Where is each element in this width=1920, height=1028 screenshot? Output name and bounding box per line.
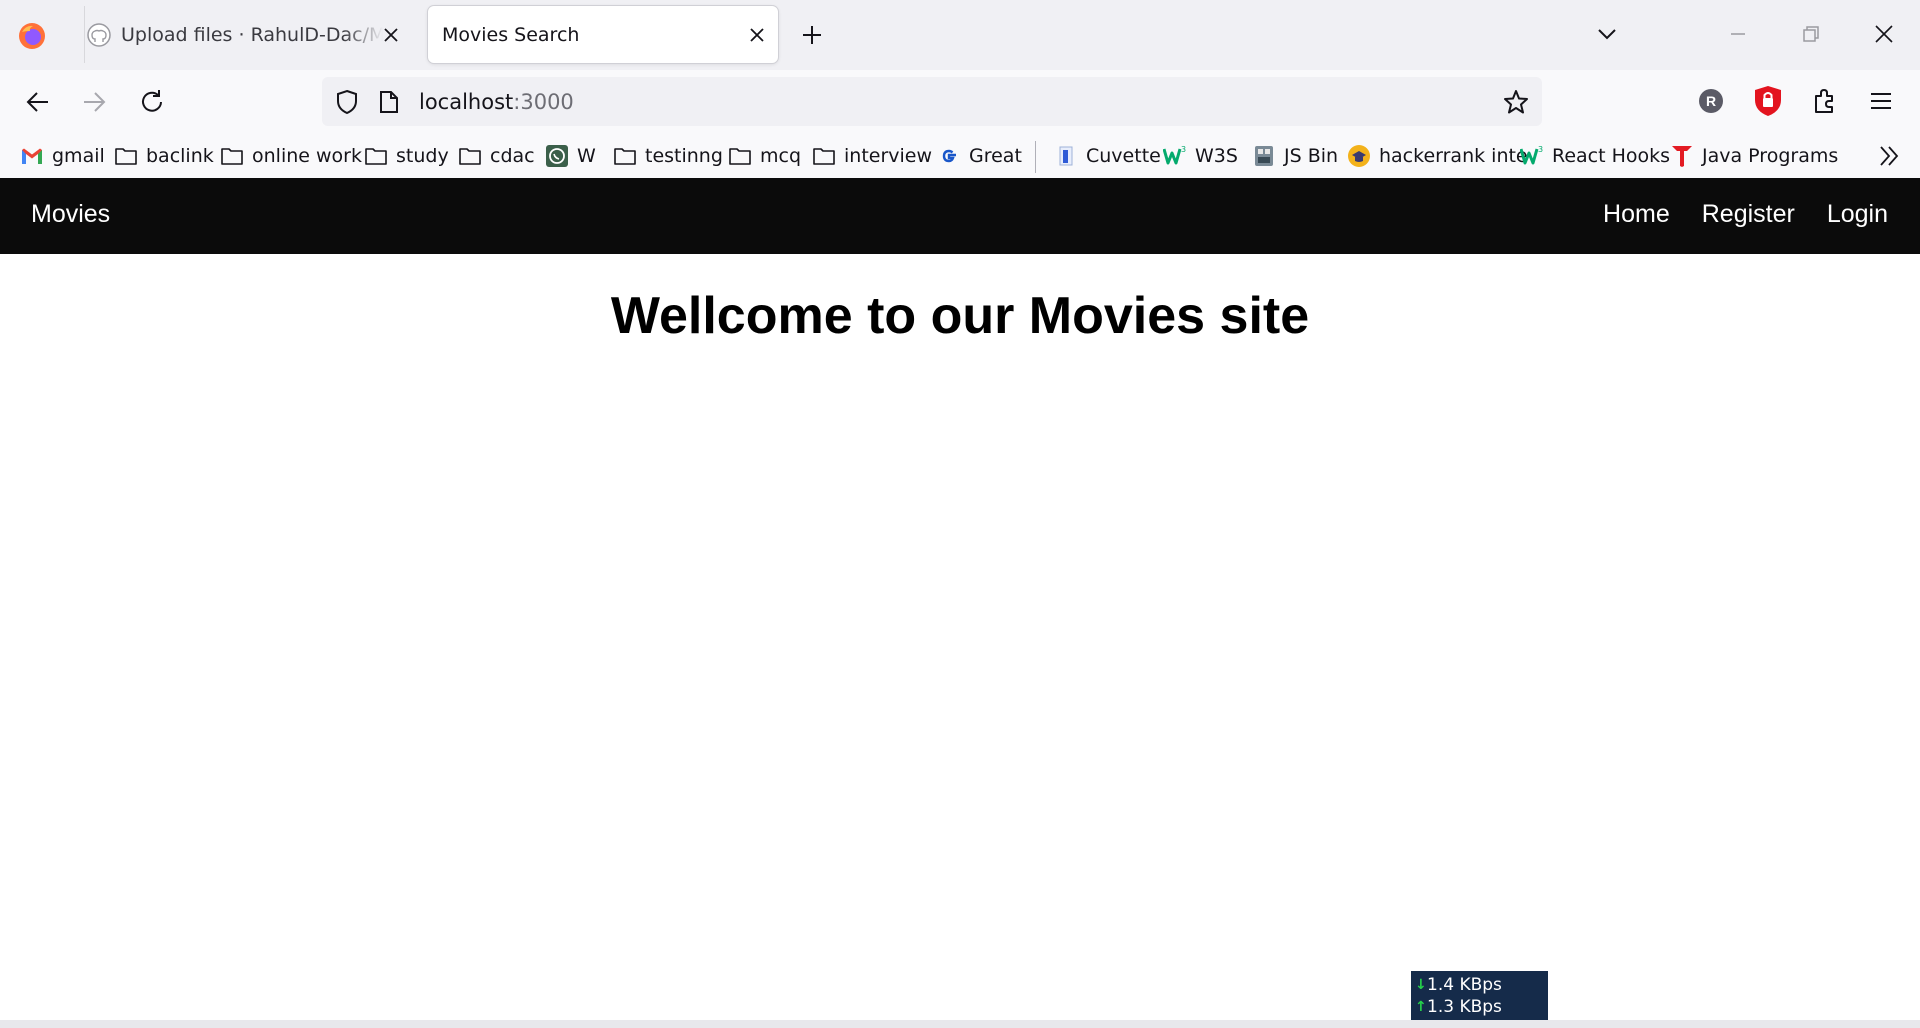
bookmark-label: JS Bin: [1284, 145, 1339, 167]
bookmark-hackerrank[interactable]: hackerrank inte: [1347, 142, 1528, 170]
bookmark-label: W3S: [1195, 145, 1238, 167]
url-port: :3000: [513, 90, 574, 114]
nav-links: Home Register Login: [1603, 200, 1888, 229]
restore-icon[interactable]: [1801, 24, 1821, 44]
svg-text:3: 3: [1538, 145, 1543, 154]
java-t-icon: [1672, 146, 1692, 167]
ublock-shield-icon[interactable]: [1753, 85, 1783, 117]
bookmark-label: Java Programs: [1702, 145, 1839, 167]
reload-icon[interactable]: [138, 88, 166, 116]
whatsapp-icon: [546, 145, 568, 167]
bookmark-testinng[interactable]: testinng: [613, 142, 723, 170]
bookmark-label: online work: [252, 145, 362, 167]
bookmark-online-work[interactable]: online work: [220, 142, 362, 170]
folder-icon: [813, 148, 835, 165]
url-text[interactable]: localhost:3000: [419, 90, 574, 114]
bookmark-label: Great: [969, 145, 1022, 167]
jsbin-icon: [1255, 146, 1273, 166]
chevron-down-icon[interactable]: [1596, 24, 1618, 44]
upload-arrow-icon: ↑: [1415, 999, 1427, 1015]
bookmark-java-programs[interactable]: Java Programs: [1670, 142, 1838, 170]
url-bar[interactable]: localhost:3000: [322, 77, 1542, 126]
new-tab-plus-icon[interactable]: [800, 23, 824, 47]
download-speed: 1.4 KBps: [1427, 975, 1502, 995]
close-icon[interactable]: [382, 26, 400, 44]
navigation-toolbar: localhost:3000: [0, 70, 1920, 133]
bookmark-label: W: [577, 145, 596, 167]
bookmark-label: cdac: [490, 145, 535, 167]
bookmark-label: mcq: [760, 145, 802, 167]
hamburger-menu-icon[interactable]: [1868, 89, 1894, 113]
download-arrow-icon: ↓: [1415, 977, 1427, 993]
folder-icon: [365, 148, 387, 165]
nav-home-link[interactable]: Home: [1603, 200, 1670, 229]
bookmark-whatsapp[interactable]: W: [545, 142, 596, 170]
bookmark-mcq[interactable]: mcq: [728, 142, 801, 170]
window-bottom-edge: [0, 1020, 1920, 1028]
gmail-icon: [22, 148, 42, 164]
bookmark-separator: [1035, 141, 1036, 173]
bookmarks-toolbar: gmail baclink online work study cdac W t…: [0, 133, 1920, 179]
upload-speed: 1.3 KBps: [1427, 997, 1502, 1017]
chevron-double-right-icon[interactable]: [1876, 143, 1902, 169]
bookmark-star-icon[interactable]: [1502, 88, 1530, 116]
nav-register-link[interactable]: Register: [1702, 200, 1795, 229]
firefox-logo-icon[interactable]: [18, 22, 46, 50]
folder-icon: [115, 148, 137, 165]
minimize-icon[interactable]: [1728, 24, 1748, 44]
bookmark-interview[interactable]: interview: [812, 142, 932, 170]
w3schools-icon: 3: [1163, 145, 1186, 165]
bookmark-cuvette[interactable]: Cuvette: [1054, 142, 1161, 170]
url-host: localhost: [419, 90, 514, 114]
bookmark-cdac[interactable]: cdac: [458, 142, 535, 170]
brand-link[interactable]: Movies: [31, 200, 110, 229]
shield-icon[interactable]: [334, 89, 360, 115]
page-heading: Wellcome to our Movies site: [610, 287, 1310, 345]
extensions-puzzle-icon[interactable]: [1811, 87, 1839, 115]
bookmark-label: Cuvette: [1086, 145, 1161, 167]
upload-speed-row: ↑ 1.3 KBps: [1415, 996, 1548, 1018]
folder-icon: [221, 148, 243, 165]
bookmark-label: baclink: [146, 145, 214, 167]
tab-title: Upload files · RahulD-Dac/Mern-apps: [121, 23, 383, 46]
bookmark-great[interactable]: Great: [937, 142, 1022, 170]
bookmark-gmail[interactable]: gmail: [20, 142, 105, 170]
w3schools-icon: 3: [1520, 145, 1543, 165]
tab-movies-search[interactable]: Movies Search: [428, 6, 778, 63]
github-icon: [87, 23, 111, 47]
download-speed-row: ↓ 1.4 KBps: [1415, 974, 1548, 996]
bookmark-label: study: [396, 145, 449, 167]
folder-icon: [614, 148, 636, 165]
bookmark-jsbin[interactable]: JS Bin: [1252, 142, 1338, 170]
site-navbar: Movies Home Register Login: [0, 178, 1920, 254]
forward-arrow-icon[interactable]: [80, 88, 108, 116]
bookmark-label: testinng: [645, 145, 723, 167]
google-icon: [942, 149, 956, 163]
bookmark-label: interview: [844, 145, 933, 167]
close-icon[interactable]: [748, 26, 766, 44]
network-speed-widget: ↓ 1.4 KBps ↑ 1.3 KBps: [1411, 971, 1548, 1020]
page-info-icon[interactable]: [378, 90, 400, 114]
bookmark-w3s[interactable]: 3 W3S: [1163, 142, 1238, 170]
nav-login-link[interactable]: Login: [1827, 200, 1888, 229]
hackerrank-icon: [1348, 145, 1370, 167]
tab-strip: Upload files · RahulD-Dac/Mern-apps Movi…: [0, 0, 1920, 70]
tab-upload-files[interactable]: Upload files · RahulD-Dac/Mern-apps: [84, 6, 416, 63]
bookmark-label: gmail: [52, 145, 105, 167]
folder-icon: [459, 148, 481, 165]
bookmark-label: React Hooks: [1552, 145, 1671, 167]
svg-text:3: 3: [1181, 145, 1186, 154]
bookmark-react-hooks[interactable]: 3 React Hooks: [1520, 142, 1670, 170]
folder-icon: [729, 148, 751, 165]
back-arrow-icon[interactable]: [24, 88, 52, 116]
window-close-icon[interactable]: [1874, 24, 1894, 44]
bookmark-baclink[interactable]: baclink: [114, 142, 214, 170]
tab-title: Movies Search: [442, 23, 580, 46]
cuvette-icon: [1059, 146, 1073, 166]
bookmark-label: hackerrank inte: [1379, 145, 1528, 167]
profile-avatar[interactable]: R: [1699, 89, 1723, 113]
bookmark-study[interactable]: study: [364, 142, 449, 170]
